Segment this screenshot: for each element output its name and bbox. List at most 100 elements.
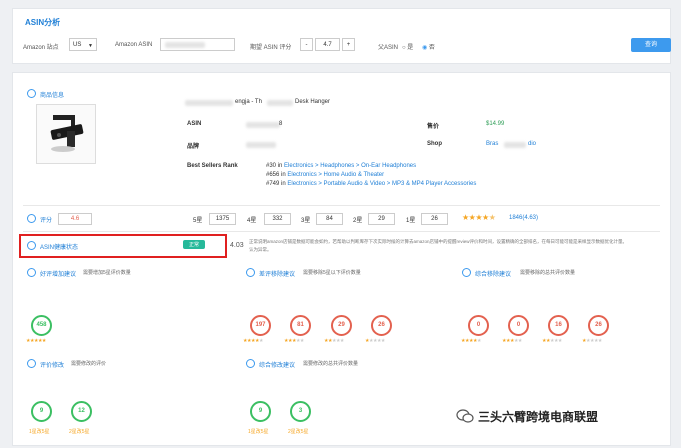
result-panel: 商品信息 engja - Th Desk Hanger ASIN 8 售价 $1… xyxy=(12,72,671,446)
radio-no[interactable]: ◉ 否 xyxy=(422,42,435,51)
health-label: ASIN健康状态 xyxy=(40,245,79,251)
comp-remove-hint: 需要移除的总共评价数量 xyxy=(520,270,576,276)
remove-2-circle: 81 xyxy=(290,315,311,336)
score-input[interactable]: 4.7 xyxy=(315,38,340,51)
remove-suggestion-title: 差评移除建议 xyxy=(259,272,296,278)
parent-asin-label: 父ASIN xyxy=(378,45,399,51)
redacted-asin-value xyxy=(246,122,280,128)
star2-label: 2星 xyxy=(353,218,363,224)
brand-label: 品牌 xyxy=(187,144,200,150)
remove-3-circle: 29 xyxy=(331,315,352,336)
product-title-a: engja - Th xyxy=(235,99,262,105)
comp-modify-1-label: 1星改5星 xyxy=(248,429,269,435)
redacted-asin xyxy=(165,42,205,48)
shop-label: Shop xyxy=(427,141,442,147)
redacted-shop xyxy=(504,142,526,148)
add-suggestion-hint: 需要增加5星评价数量 xyxy=(83,270,131,276)
trash-icon xyxy=(462,268,471,277)
score-label: 期望 ASIN 评分 xyxy=(250,45,292,51)
site-select[interactable]: US ▼ xyxy=(69,38,97,51)
product-section-title: 商品信息 xyxy=(40,93,65,99)
comp-remove-title: 综合移除建议 xyxy=(475,272,512,278)
stars-1: ★★★★★ xyxy=(582,338,602,344)
health-desc: 正常说明amazon店铺是数据可能会如约，若帮助以判断库存下次实际时候的计算去a… xyxy=(249,239,628,244)
comp-modify-2-label: 2星改5星 xyxy=(288,429,309,435)
comp-modify-1-circle: 9 xyxy=(250,401,271,422)
radio-yes[interactable]: ○ 是 xyxy=(402,42,413,51)
rank-path-link[interactable]: Electronics > Headphones > On-Ear Headph… xyxy=(284,163,416,169)
comp-modify-title: 综合修改建议 xyxy=(259,363,296,369)
modify-title: 评价修改 xyxy=(40,363,65,369)
stars-2: ★★★★★ xyxy=(324,338,344,344)
divider xyxy=(23,205,660,206)
stars-4: ★★★★★ xyxy=(243,338,263,344)
price-value: $14.99 xyxy=(486,121,505,127)
asin-input[interactable] xyxy=(160,38,235,51)
modify-1-circle: 9 xyxy=(31,401,52,422)
remove-4-circle: 26 xyxy=(371,315,392,336)
rank-line-2: #656 in Electronics > Home Audio & Theat… xyxy=(266,172,384,178)
rank-path-link[interactable]: Electronics > Home Audio & Theater xyxy=(287,172,384,178)
rank-path-link[interactable]: Electronics > Portable Audio & Video > M… xyxy=(287,181,476,187)
edit-icon xyxy=(27,359,36,368)
star4-count: 332 xyxy=(264,213,291,225)
rating-label: 评分 xyxy=(40,218,53,224)
star-icon xyxy=(27,214,36,223)
shop-name-b[interactable]: dio xyxy=(528,141,536,147)
asin-value-tail: 8 xyxy=(279,121,283,127)
comp-remove-3-circle: 16 xyxy=(548,315,569,336)
comp-remove-1-circle: 0 xyxy=(468,315,489,336)
rank-num: #30 in xyxy=(266,163,283,169)
modify-2-circle: 12 xyxy=(71,401,92,422)
watermark-text: 三头六臂跨境电商联盟 xyxy=(478,410,599,424)
comp-remove-4-circle: 26 xyxy=(588,315,609,336)
bsr-label: Best Sellers Rank xyxy=(187,163,238,169)
star3-count: 84 xyxy=(316,213,343,225)
asin-label: Amazon ASIN xyxy=(115,42,153,48)
redacted-title xyxy=(185,100,233,106)
info-icon xyxy=(27,89,36,98)
redacted-brand xyxy=(246,142,276,148)
add-count-circle: 458 xyxy=(31,315,52,336)
comp-remove-2-circle: 0 xyxy=(508,315,529,336)
score-plus-button[interactable]: + xyxy=(342,38,355,51)
site-value: US xyxy=(73,42,82,48)
star4-label: 4星 xyxy=(247,218,257,224)
health-score: 4.03 xyxy=(230,242,244,249)
price-label: 售价 xyxy=(427,124,440,130)
chevron-down-icon: ▼ xyxy=(88,43,93,49)
rank-num: #749 in xyxy=(266,181,286,187)
radio-yes-label: 是 xyxy=(407,45,414,51)
edit-icon xyxy=(246,359,255,368)
modify-hint: 需要修改的评价 xyxy=(71,361,107,367)
rank-line-3: #749 in Electronics > Portable Audio & V… xyxy=(266,181,476,187)
add-suggestion-title: 好评增加建议 xyxy=(40,272,77,278)
stars-1: ★★★★★ xyxy=(365,338,385,344)
thumbs-down-icon xyxy=(246,268,255,277)
page-title: ASIN分析 xyxy=(25,18,61,27)
rank-num: #656 in xyxy=(266,172,286,178)
shop-name-a[interactable]: Bras xyxy=(486,141,498,147)
modify-1-label: 1星改5星 xyxy=(29,429,50,435)
star1-label: 1星 xyxy=(406,218,416,224)
remove-suggestion-hint: 需要移除5星以下评价数量 xyxy=(303,270,361,276)
redacted-title-2 xyxy=(267,100,293,106)
health-desc-2: 认为异常。 xyxy=(249,247,272,252)
score-minus-button[interactable]: - xyxy=(300,38,313,51)
rating-value: 4.6 xyxy=(58,213,92,225)
radio-no-label: 否 xyxy=(428,45,435,51)
rating-total: 1846(4.63) xyxy=(509,215,539,221)
stars-3: ★★★★★ xyxy=(284,338,304,344)
comp-modify-hint: 需要修改的总共评价数量 xyxy=(303,361,359,367)
star5-label: 5星 xyxy=(193,218,203,224)
modify-2-label: 2星改5星 xyxy=(69,429,90,435)
product-image xyxy=(36,104,96,164)
rating-stars: ★★★★★ xyxy=(462,213,496,222)
query-button[interactable]: 查询 xyxy=(631,38,671,52)
stars-4: ★★★★★ xyxy=(461,338,481,344)
star2-count: 29 xyxy=(368,213,395,225)
health-badge: 正常 xyxy=(183,240,206,249)
remove-1-circle: 197 xyxy=(250,315,271,336)
comp-modify-2-circle: 3 xyxy=(290,401,311,422)
star5-count: 1375 xyxy=(209,213,236,225)
